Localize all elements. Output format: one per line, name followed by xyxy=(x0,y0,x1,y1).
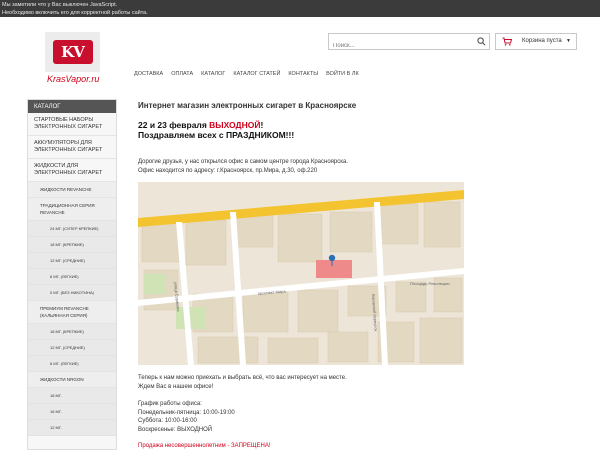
office-info: Дорогие друзья, у нас открылся офис в са… xyxy=(138,158,398,175)
sidebar-item[interactable]: 12 МГ. (СРЕДНИЕ) xyxy=(28,340,116,356)
office-hours: График работы офиса: Понедельник-пятница… xyxy=(138,400,235,434)
cart-button[interactable]: Корзина пуста ▼ xyxy=(495,33,577,50)
visit-info: Теперь к нам можно приехать и выбрать вс… xyxy=(138,374,347,391)
office-building xyxy=(316,260,352,278)
nav-login[interactable]: ВОЙТИ В ЛК xyxy=(326,71,359,81)
sidebar-item[interactable]: 12 МГ. xyxy=(28,420,116,436)
sidebar-item[interactable]: 18 МГ. (КРЕПКИЕ) xyxy=(28,237,116,253)
sidebar-item[interactable]: ПРЕМИУМ REVANCHE (КАЛЬЯННАЯ СЕРИЯ) xyxy=(28,301,116,324)
hours-title: График работы офиса: xyxy=(138,401,202,407)
sidebar-item[interactable]: 24 МГ. (СУПЕР КРЕПКИЕ) xyxy=(28,221,116,237)
site-logo[interactable]: KV xyxy=(45,32,100,72)
sidebar-item[interactable]: АККУМУЛЯТОРЫ ДЛЯ ЭЛЕКТРОННЫХ СИГАРЕТ xyxy=(28,136,116,159)
search-input[interactable] xyxy=(329,38,469,54)
hours-saturday: Суббота: 10:00-16:00 xyxy=(138,418,197,424)
office-line-2: Офис находится по адресу: г.Красноярск, … xyxy=(138,167,318,174)
congrats-line: Поздравляем всех с ПРАЗДНИКОМ!!! xyxy=(138,130,295,140)
sidebar-item[interactable]: 0 МГ. (БЕЗ НИКОТИНА) xyxy=(28,285,116,301)
cart-label: Корзина пуста xyxy=(522,38,562,44)
office-line-1: Дорогие друзья, у нас открылся офис в са… xyxy=(138,159,348,165)
office-map[interactable]: проспект Мира улица Сурикова Кировский п… xyxy=(138,182,464,365)
nav-contacts[interactable]: КОНТАКТЫ xyxy=(288,71,318,81)
sidebar-item[interactable]: СТАРТОВЫЕ НАБОРЫ ЭЛЕКТРОННЫХ СИГАРЕТ xyxy=(28,113,116,136)
noscript-line-2: Необходимо включить его для корректной р… xyxy=(2,10,148,16)
holiday-prefix: 22 и 23 февраля xyxy=(138,120,210,130)
sidebar-item[interactable]: 16 МГ. xyxy=(28,404,116,420)
sidebar-item[interactable]: ЖИДКОСТИ ДЛЯ ЭЛЕКТРОННЫХ СИГАРЕТ xyxy=(28,159,116,182)
sidebar-item[interactable]: ЖИДКОСТИ REVANCHE xyxy=(28,182,116,198)
holiday-highlight: ВЫХОДНОЙ xyxy=(209,120,261,130)
hours-sunday: Воскресенье: ВЫХОДНОЙ xyxy=(138,426,213,433)
map-label-poi: Площадь Революции xyxy=(410,281,450,286)
nav-catalog[interactable]: КАТАЛОГ xyxy=(201,71,225,81)
nav-delivery[interactable]: ДОСТАВКА xyxy=(134,71,163,81)
catalog-sidebar: КАТАЛОГ СТАРТОВЫЕ НАБОРЫ ЭЛЕКТРОННЫХ СИГ… xyxy=(27,99,117,450)
sidebar-title: КАТАЛОГ xyxy=(28,100,116,113)
search-box xyxy=(328,33,490,54)
holiday-suffix: ! xyxy=(260,120,264,130)
chevron-down-icon: ▼ xyxy=(566,38,571,44)
logo-mark: KV xyxy=(52,40,93,64)
age-warning: Продажа несовершеннолетним - ЗАПРЕЩЕНА! xyxy=(138,443,271,449)
page-title: Интернет магазин электронных сигарет в К… xyxy=(138,101,357,110)
search-icon[interactable] xyxy=(477,37,486,46)
main-nav: ДОСТАВКА ОПЛАТА КАТАЛОГ КАТАЛОГ СТАТЕЙ К… xyxy=(134,71,359,81)
sidebar-item[interactable]: 18 МГ. xyxy=(28,388,116,404)
nav-articles[interactable]: КАТАЛОГ СТАТЕЙ xyxy=(233,71,280,81)
hours-weekdays: Понедельник-пятница: 10:00-19:00 xyxy=(138,409,235,416)
site-name[interactable]: KrasVapor.ru xyxy=(47,74,99,84)
sidebar-list: СТАРТОВЫЕ НАБОРЫ ЭЛЕКТРОННЫХ СИГАРЕТ АККУ… xyxy=(28,113,116,436)
sidebar-item[interactable]: ЖИДКОСТИ NRGON xyxy=(28,372,116,388)
sidebar-item[interactable]: 6 МГ. (ЛЕГКИЕ) xyxy=(28,356,116,372)
nav-payment[interactable]: ОПЛАТА xyxy=(171,71,193,81)
cart-icon xyxy=(502,37,512,46)
sidebar-item[interactable]: 12 МГ. (СРЕДНИЕ) xyxy=(28,253,116,269)
sidebar-item[interactable]: 18 МГ. (КРЕПКИЕ) xyxy=(28,324,116,340)
holiday-notice: 22 и 23 февраля ВЫХОДНОЙ! Поздравляем вс… xyxy=(138,120,294,140)
noscript-line-1: Мы заметили что у Вас выключен JavaScrip… xyxy=(2,2,118,8)
sidebar-item[interactable]: ТРАДИЦИОННАЯ СЕРИЯ REVANCHE xyxy=(28,198,116,221)
noscript-banner: Мы заметили что у Вас выключен JavaScrip… xyxy=(0,0,600,17)
holiday-line: 22 и 23 февраля ВЫХОДНОЙ! xyxy=(138,120,294,130)
visit-line-1: Теперь к нам можно приехать и выбрать вс… xyxy=(138,375,347,381)
visit-line-2: Ждем Вас в нашем офисе! xyxy=(138,383,214,390)
sidebar-item[interactable]: 6 МГ. (ЛЕГКИЕ) xyxy=(28,269,116,285)
